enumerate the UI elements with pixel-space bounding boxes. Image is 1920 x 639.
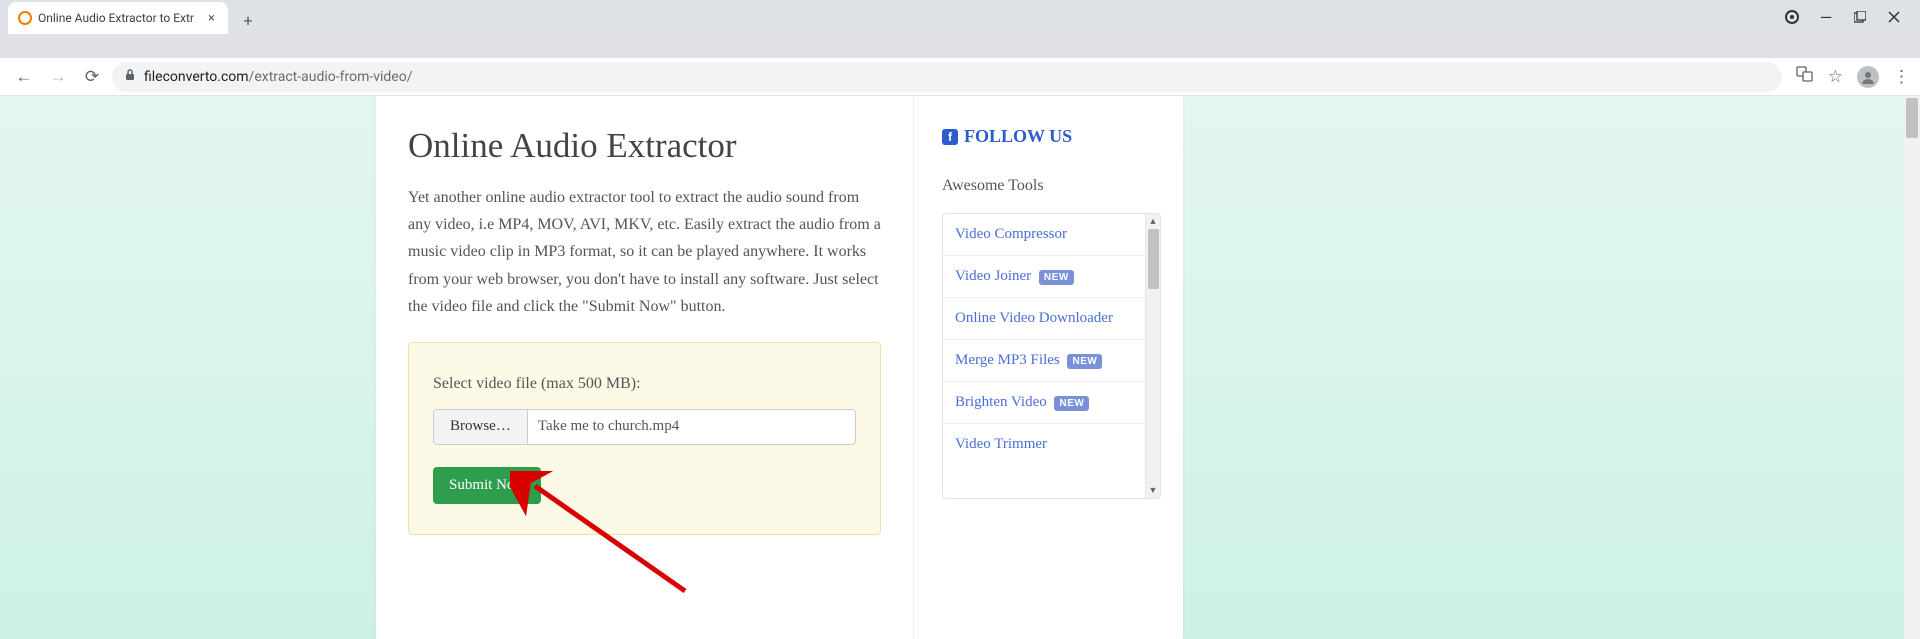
- main-column: Online Audio Extractor Yet another onlin…: [376, 96, 913, 565]
- chrome-toolbar-right: ☆ ⋮: [1788, 65, 1910, 88]
- tool-item-video-compressor: Video Compressor: [943, 214, 1160, 256]
- selected-file-name[interactable]: Take me to church.mp4: [528, 410, 855, 444]
- tool-link[interactable]: Video Compressor: [955, 226, 1067, 242]
- favicon-icon: [18, 11, 32, 25]
- page-scrollbar-thumb[interactable]: [1906, 98, 1918, 138]
- facebook-icon: f: [942, 129, 958, 145]
- tool-item-merge-mp3: Merge MP3 Files NEW: [943, 340, 1160, 382]
- page-description: Yet another online audio extractor tool …: [408, 184, 881, 320]
- back-button[interactable]: ←: [10, 63, 38, 91]
- tool-link[interactable]: Video Trimmer: [955, 436, 1047, 452]
- maximize-button[interactable]: [1852, 9, 1868, 25]
- tools-scrollbar[interactable]: ▲ ▼: [1145, 214, 1160, 498]
- tool-link[interactable]: Brighten Video: [955, 394, 1047, 410]
- tools-list: Video Compressor Video Joiner NEW Online…: [943, 214, 1160, 465]
- tool-item-video-trimmer: Video Trimmer: [943, 424, 1160, 465]
- translate-icon[interactable]: [1796, 65, 1814, 88]
- tool-link[interactable]: Video Joiner: [955, 268, 1031, 284]
- follow-us-label: FOLLOW US: [964, 126, 1072, 147]
- address-bar-row: ← → ⟳ fileconverto.com/extract-audio-fro…: [0, 58, 1920, 96]
- page-title: Online Audio Extractor: [408, 126, 881, 166]
- tool-item-video-joiner: Video Joiner NEW: [943, 256, 1160, 298]
- profile-avatar-icon[interactable]: [1857, 66, 1879, 88]
- file-input-row: Browse… Take me to church.mp4: [433, 409, 856, 445]
- kebab-menu-icon[interactable]: ⋮: [1893, 67, 1910, 87]
- new-badge: NEW: [1054, 396, 1089, 411]
- new-badge: NEW: [1039, 270, 1074, 285]
- tool-item-online-video-downloader: Online Video Downloader: [943, 298, 1160, 340]
- browse-button[interactable]: Browse…: [434, 410, 528, 444]
- browser-tab[interactable]: Online Audio Extractor to Extr ×: [8, 2, 228, 34]
- url-text: fileconverto.com/extract-audio-from-vide…: [144, 69, 413, 85]
- new-badge: NEW: [1067, 354, 1102, 369]
- new-tab-button[interactable]: +: [234, 6, 262, 34]
- follow-us-link[interactable]: f FOLLOW US: [942, 126, 1161, 147]
- window-controls: —: [1784, 0, 1920, 34]
- upload-panel: Select video file (max 500 MB): Browse… …: [408, 342, 881, 535]
- close-tab-icon[interactable]: ×: [205, 11, 218, 26]
- bookmark-star-icon[interactable]: ☆: [1828, 67, 1843, 87]
- tab-title: Online Audio Extractor to Extr: [38, 11, 199, 25]
- content-card: Online Audio Extractor Yet another onlin…: [376, 96, 1183, 639]
- submit-button[interactable]: Submit Now: [433, 467, 541, 504]
- minimize-button[interactable]: —: [1818, 9, 1834, 25]
- scroll-down-arrow-icon[interactable]: ▼: [1146, 483, 1160, 498]
- lock-icon: [124, 68, 136, 85]
- tool-link[interactable]: Merge MP3 Files: [955, 352, 1060, 368]
- incognito-icon[interactable]: [1784, 9, 1800, 25]
- tool-item-brighten-video: Brighten Video NEW: [943, 382, 1160, 424]
- tool-link[interactable]: Online Video Downloader: [955, 310, 1113, 326]
- tools-scrollbar-thumb[interactable]: [1148, 229, 1159, 289]
- reload-button[interactable]: ⟳: [78, 63, 106, 91]
- forward-button[interactable]: →: [44, 63, 72, 91]
- tools-panel: Video Compressor Video Joiner NEW Online…: [942, 213, 1161, 499]
- upload-label: Select video file (max 500 MB):: [433, 375, 856, 393]
- browser-chrome: Online Audio Extractor to Extr × + —: [0, 0, 1920, 58]
- awesome-tools-heading: Awesome Tools: [942, 177, 1161, 195]
- page-viewport: Online Audio Extractor Yet another onlin…: [0, 96, 1920, 639]
- close-window-button[interactable]: [1886, 9, 1902, 25]
- address-bar[interactable]: fileconverto.com/extract-audio-from-vide…: [112, 62, 1782, 92]
- tab-strip: Online Audio Extractor to Extr × + —: [0, 0, 1920, 34]
- scroll-up-arrow-icon[interactable]: ▲: [1146, 214, 1160, 229]
- sidebar: f FOLLOW US Awesome Tools Video Compress…: [913, 96, 1183, 639]
- page-scrollbar[interactable]: [1904, 96, 1920, 639]
